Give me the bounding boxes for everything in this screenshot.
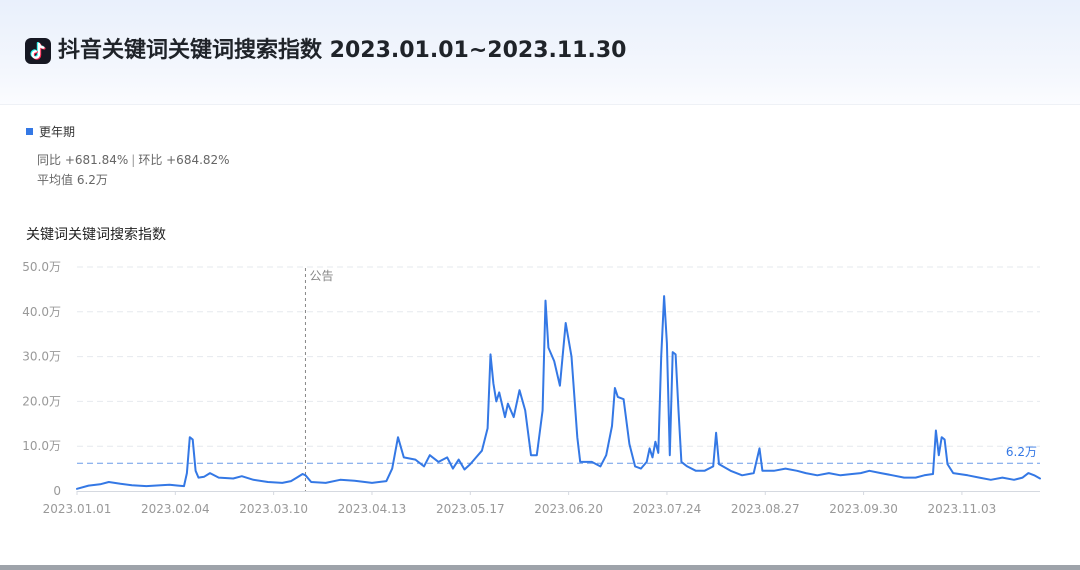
y-tick-label: 40.0万 — [22, 305, 61, 319]
search-index-line-chart[interactable]: 0 10.0万 20.0万 30.0万 40.0万 50.0万 2023.01.01 2023… — [0, 250, 1080, 520]
y-tick-label: 30.0万 — [22, 350, 61, 364]
x-tick-label: 2023.09.30 — [829, 502, 898, 516]
header: 抖音关键词关键词搜索指数 2023.01.01~2023.11.30 — [0, 0, 1080, 105]
tiktok-logo-icon — [25, 38, 51, 64]
y-tick-label: 20.0万 — [22, 394, 61, 408]
x-tick-label: 2023.03.10 — [239, 502, 308, 516]
stats-panel: 同比 +681.84% | 环比 +684.82% 平均值 6.2万 — [37, 150, 230, 190]
x-tick-label: 2023.11.03 — [928, 502, 997, 516]
y-tick-label: 50.0万 — [22, 260, 61, 274]
x-tick-label: 2023.06.20 — [534, 502, 603, 516]
y-tick-label: 10.0万 — [22, 439, 61, 453]
legend-swatch — [26, 128, 33, 135]
legend-label: 更年期 — [39, 125, 76, 139]
legend-item[interactable]: 更年期 — [26, 124, 75, 140]
x-tick-label: 2023.02.04 — [141, 502, 210, 516]
annotation-label[interactable]: 公告 — [309, 269, 333, 283]
mom-stat: 环比 +684.82% — [138, 153, 230, 167]
yoy-stat: 同比 +681.84% — [37, 153, 129, 167]
x-tick-label: 2023.04.13 — [338, 502, 407, 516]
bottom-border — [0, 565, 1080, 570]
series-line[interactable] — [76, 295, 1041, 490]
page-title: 抖音关键词关键词搜索指数 2023.01.01~2023.11.30 — [58, 38, 627, 63]
compare-stats: 同比 +681.84% | 环比 +684.82% — [37, 150, 230, 170]
x-tick-label: 2023.01.01 — [43, 502, 112, 516]
y-tick-label: 0 — [53, 484, 61, 498]
stat-separator: | — [131, 153, 136, 167]
x-tick-label: 2023.05.17 — [436, 502, 505, 516]
chart-title: 关键词关键词搜索指数 — [26, 227, 166, 243]
average-stat: 平均值 6.2万 — [37, 173, 108, 187]
average-label: 6.2万 — [1006, 445, 1037, 459]
x-tick-label: 2023.08.27 — [731, 502, 800, 516]
x-tick-label: 2023.07.24 — [633, 502, 702, 516]
